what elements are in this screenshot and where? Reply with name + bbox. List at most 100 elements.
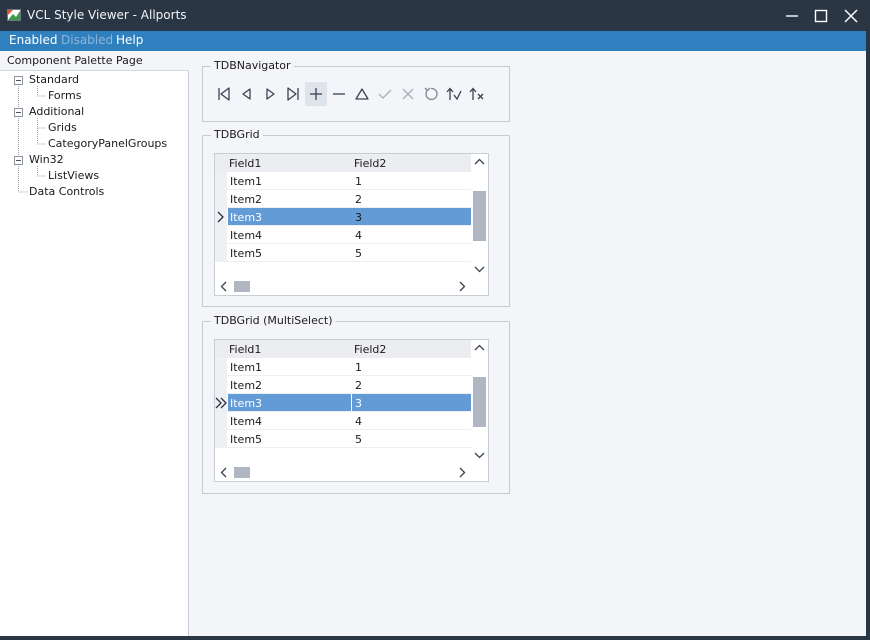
table-row[interactable]: Item2 2 <box>215 190 471 208</box>
collapse-toggle-icon[interactable] <box>14 156 23 165</box>
dbgrid-multiselect[interactable]: Field1 Field2 Item1 1 Item2 2 Item3 3 It… <box>214 339 489 482</box>
cell-field1[interactable]: Item1 <box>230 361 262 374</box>
close-button[interactable] <box>837 0 865 31</box>
tree-item-grids[interactable]: Grids <box>48 121 77 134</box>
nav-apply-updates-button[interactable] <box>443 82 465 106</box>
scroll-right-icon[interactable] <box>458 467 466 478</box>
cell-field1[interactable]: Item5 <box>230 247 262 260</box>
tree-item-win32[interactable]: Win32 <box>29 153 64 166</box>
nav-insert-button[interactable] <box>305 82 327 106</box>
vertical-scrollbar[interactable] <box>471 154 488 277</box>
title-bar: VCL Style Viewer - Allports <box>0 0 870 31</box>
cell-field1[interactable]: Item3 <box>230 211 262 224</box>
row-indicator <box>215 430 227 447</box>
component-tree[interactable]: Standard Forms Additional Grids Category… <box>0 70 189 636</box>
cell-divider <box>351 394 352 411</box>
column-header-field2[interactable]: Field2 <box>354 157 386 170</box>
first-icon <box>218 87 230 101</box>
scroll-down-icon[interactable] <box>474 265 485 273</box>
column-header-field1[interactable]: Field1 <box>229 343 261 356</box>
scroll-left-icon[interactable] <box>220 281 228 292</box>
table-row[interactable]: Item1 1 <box>215 172 471 190</box>
tree-item-standard[interactable]: Standard <box>29 73 79 86</box>
scroll-thumb[interactable] <box>234 281 250 292</box>
tree-item-categorypanelgroups[interactable]: CategoryPanelGroups <box>48 137 167 150</box>
cell-field2[interactable]: 2 <box>355 379 362 392</box>
table-row[interactable]: Item1 1 <box>215 358 471 376</box>
tree-item-additional[interactable]: Additional <box>29 105 84 118</box>
scroll-thumb[interactable] <box>473 377 486 427</box>
nav-post-button[interactable] <box>374 82 396 106</box>
table-row-selected[interactable]: Item3 3 <box>215 208 471 226</box>
nav-last-button[interactable] <box>282 82 304 106</box>
navigator-group-title: TDBNavigator <box>211 59 294 72</box>
nav-delete-button[interactable] <box>328 82 350 106</box>
selection-highlight <box>228 208 471 225</box>
cell-field2[interactable]: 1 <box>355 361 362 374</box>
cell-field2[interactable]: 4 <box>355 229 362 242</box>
cell-field2[interactable]: 2 <box>355 193 362 206</box>
scroll-up-icon[interactable] <box>474 158 485 166</box>
table-row-selected[interactable]: Item3 3 <box>215 394 471 412</box>
cell-field2[interactable]: 5 <box>355 247 362 260</box>
cell-field2[interactable]: 4 <box>355 415 362 428</box>
cell-field1[interactable]: Item5 <box>230 433 262 446</box>
tree-header: Component Palette Page <box>7 54 143 67</box>
vertical-scrollbar[interactable] <box>471 340 488 463</box>
cell-field1[interactable]: Item3 <box>230 397 262 410</box>
row-indicator <box>215 412 227 429</box>
prior-icon <box>242 88 251 100</box>
cell-field2[interactable]: 1 <box>355 175 362 188</box>
apply-updates-icon <box>446 87 462 101</box>
nav-first-button[interactable] <box>213 82 235 106</box>
horizontal-scrollbar[interactable] <box>215 463 488 481</box>
cell-field2[interactable]: 3 <box>355 397 362 410</box>
tree-item-listviews[interactable]: ListViews <box>48 169 99 182</box>
column-header-field1[interactable]: Field1 <box>229 157 261 170</box>
column-header-field2[interactable]: Field2 <box>354 343 386 356</box>
last-icon <box>287 87 299 101</box>
scroll-thumb[interactable] <box>234 467 250 478</box>
table-row[interactable]: Item4 4 <box>215 412 471 430</box>
cell-field2[interactable]: 3 <box>355 211 362 224</box>
cell-field2[interactable]: 5 <box>355 433 362 446</box>
cell-field1[interactable]: Item4 <box>230 229 262 242</box>
row-indicator <box>215 394 227 411</box>
table-row[interactable]: Item5 5 <box>215 244 471 262</box>
nav-prior-button[interactable] <box>236 82 258 106</box>
table-row[interactable]: Item2 2 <box>215 376 471 394</box>
cell-field1[interactable]: Item4 <box>230 415 262 428</box>
scroll-down-icon[interactable] <box>474 451 485 459</box>
scroll-thumb[interactable] <box>473 191 486 241</box>
delete-icon <box>333 93 345 95</box>
nav-refresh-button[interactable] <box>420 82 442 106</box>
table-row[interactable]: Item4 4 <box>215 226 471 244</box>
minimize-icon <box>786 15 798 17</box>
close-icon <box>844 9 858 23</box>
dbgrid[interactable]: Field1 Field2 Item1 1 Item2 2 Item3 3 It… <box>214 153 489 296</box>
menu-help[interactable]: Help <box>116 33 143 47</box>
horizontal-scrollbar[interactable] <box>215 277 488 295</box>
cell-field1[interactable]: Item1 <box>230 175 262 188</box>
scroll-left-icon[interactable] <box>220 467 228 478</box>
collapse-toggle-icon[interactable] <box>14 76 23 85</box>
nav-cancel-button[interactable] <box>397 82 419 106</box>
nav-edit-button[interactable] <box>351 82 373 106</box>
cell-field1[interactable]: Item2 <box>230 193 262 206</box>
menu-enabled[interactable]: Enabled <box>9 33 58 47</box>
tree-item-data-controls[interactable]: Data Controls <box>29 185 104 198</box>
multiselect-grid-group: TDBGrid (MultiSelect) Field1 Field2 Item… <box>202 314 510 494</box>
tree-item-forms[interactable]: Forms <box>48 89 81 102</box>
nav-next-button[interactable] <box>259 82 281 106</box>
maximize-button[interactable] <box>807 0 835 31</box>
collapse-toggle-icon[interactable] <box>14 108 23 117</box>
table-row[interactable]: Item5 5 <box>215 430 471 448</box>
nav-cancel-updates-button[interactable] <box>466 82 488 106</box>
minimize-button[interactable] <box>778 0 806 31</box>
grid-header: Field1 Field2 <box>215 340 471 358</box>
maximize-icon <box>814 9 828 23</box>
scroll-right-icon[interactable] <box>458 281 466 292</box>
selection-highlight <box>228 394 471 411</box>
cell-field1[interactable]: Item2 <box>230 379 262 392</box>
scroll-up-icon[interactable] <box>474 344 485 352</box>
